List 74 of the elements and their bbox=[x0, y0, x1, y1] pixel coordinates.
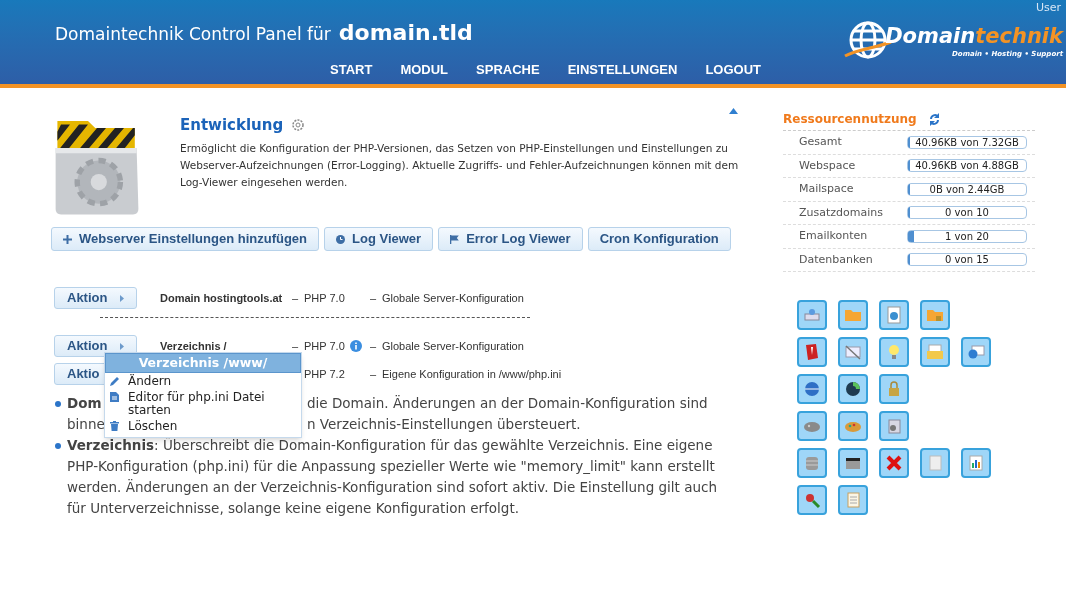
resource-label: Webspace bbox=[799, 157, 857, 174]
tool-button[interactable] bbox=[838, 448, 868, 478]
nav-link[interactable]: EINSTELLUNGEN bbox=[553, 60, 692, 80]
dash-separator: – bbox=[370, 366, 378, 382]
usage-value: 0 von 15 bbox=[944, 254, 990, 266]
menu-title: Verzeichnis /www/ bbox=[105, 353, 301, 373]
plus-icon bbox=[63, 234, 72, 244]
tool-icon bbox=[884, 305, 904, 325]
nav-link[interactable]: LOGOUT bbox=[691, 60, 776, 80]
domain-name: domain.tld bbox=[338, 19, 473, 47]
note-text: Dom bbox=[67, 394, 101, 413]
bullet-icon bbox=[55, 401, 61, 407]
nav-link[interactable]: MODUL bbox=[386, 60, 463, 80]
resources-title: Ressourcennutzung bbox=[783, 111, 917, 128]
dash-separator: – bbox=[292, 338, 300, 354]
dash-separator: – bbox=[292, 290, 300, 306]
usage-value: 40.96KB von 4.88GB bbox=[914, 160, 1020, 172]
logo-text: technik bbox=[975, 26, 1063, 48]
page-icon bbox=[110, 392, 119, 402]
caret-icon bbox=[120, 342, 124, 350]
entry-name: Domain hostingtools.at bbox=[160, 290, 284, 306]
note-text: die Domain. Änderungen an der Domain-Konfiguration sind bbox=[307, 394, 708, 413]
config-description: Globale Server-Konfiguration bbox=[382, 290, 524, 306]
resource-label: Gesamt bbox=[799, 134, 843, 150]
caret-icon bbox=[120, 294, 124, 302]
action-button[interactable]: Aktion bbox=[54, 287, 137, 309]
menu-item[interactable]: Löschen bbox=[105, 418, 301, 434]
usage-value: 40.96KB von 7.32GB bbox=[914, 136, 1020, 148]
dash-separator: – bbox=[370, 290, 378, 306]
resource-label: Zusatzdomains bbox=[799, 204, 884, 221]
usage-value: 0B von 2.44GB bbox=[928, 183, 1006, 195]
collapse-icon[interactable] bbox=[729, 108, 738, 114]
tool-icon bbox=[925, 342, 945, 362]
usage-value: 0 von 10 bbox=[944, 207, 990, 219]
tool-icon bbox=[802, 379, 822, 399]
resource-label: Mailspace bbox=[799, 181, 855, 197]
toolbar-button[interactable]: Error Log Viewer bbox=[438, 227, 583, 251]
note-text: n Verzeichnis-Einstellungen übersteuert. bbox=[307, 415, 581, 434]
action-button[interactable]: Aktion bbox=[54, 335, 137, 357]
pencil-icon bbox=[110, 376, 120, 386]
info-icon[interactable] bbox=[349, 340, 362, 352]
entry-name: Verzeichnis / bbox=[160, 338, 228, 354]
tool-icon bbox=[884, 453, 904, 473]
module-title: Entwicklung bbox=[180, 115, 284, 136]
settings-icon[interactable] bbox=[291, 118, 306, 133]
bullet-icon bbox=[55, 443, 61, 449]
flag-icon bbox=[450, 234, 460, 244]
tool-icon bbox=[966, 453, 986, 473]
trash-icon bbox=[110, 421, 119, 431]
logo-text: Domain bbox=[885, 26, 976, 48]
php-version: PHP 7.0 bbox=[304, 338, 345, 354]
clock-icon bbox=[336, 234, 345, 244]
note-text: Verzeichnis: Überschreibt die Domain-Konfiguration für das gewählte Verzeichnis. Eine eigene PHP-Konfiguration (php.ini) für die Anpassung spezieller Werte wie "memory_limit" kann erstellt werden. Änderungen an der Verzeichnis-Konfiguration sind sofort aktiv. Die Einstellung gilt auch für Unterverzeichnisse, solange keine eigene Konfiguration erfolgt. bbox=[67, 436, 718, 518]
nav-link[interactable]: START bbox=[316, 60, 387, 80]
menu-item[interactable]: Editor für php.ini Datei starten bbox=[105, 389, 301, 418]
toolbar-button[interactable]: Cron Konfiguration bbox=[587, 227, 731, 251]
resource-label: Emailkonten bbox=[799, 228, 869, 244]
dash-separator: – bbox=[370, 338, 378, 354]
user-link[interactable]: User bbox=[1035, 0, 1061, 17]
toolbar-button[interactable]: Webserver Einstellungen hinzufügen bbox=[51, 227, 319, 251]
config-description: Globale Server-Konfiguration bbox=[382, 338, 524, 354]
toolbar-button[interactable]: Log Viewer bbox=[324, 227, 434, 251]
refresh-icon[interactable] bbox=[928, 112, 940, 126]
nav-link[interactable]: SPRACHE bbox=[462, 60, 554, 80]
tool-button[interactable] bbox=[838, 374, 868, 404]
resource-label: Datenbanken bbox=[799, 251, 874, 268]
page-title: Domaintechnik Control Panel für bbox=[55, 23, 331, 46]
tool-icon bbox=[843, 342, 863, 362]
module-description: Ermöglicht die Konfiguration der PHP-Versionen, das Setzen von PHP-Einstellungen und Einstellungen zu Webserver-Aufzeichnungen (Error-Logging). Aktuelle Zugriffs- und Fehler-Aufzeichnungen können mit dem Log-Viewer eingesehen werden. bbox=[180, 140, 740, 190]
tool-icon bbox=[843, 379, 863, 399]
config-description: Eigene Konfiguration in /www/php.ini bbox=[382, 366, 562, 382]
php-version: PHP 7.2 bbox=[304, 366, 345, 382]
usage-value: 1 von 20 bbox=[944, 230, 990, 242]
php-version: PHP 7.0 bbox=[304, 290, 345, 306]
